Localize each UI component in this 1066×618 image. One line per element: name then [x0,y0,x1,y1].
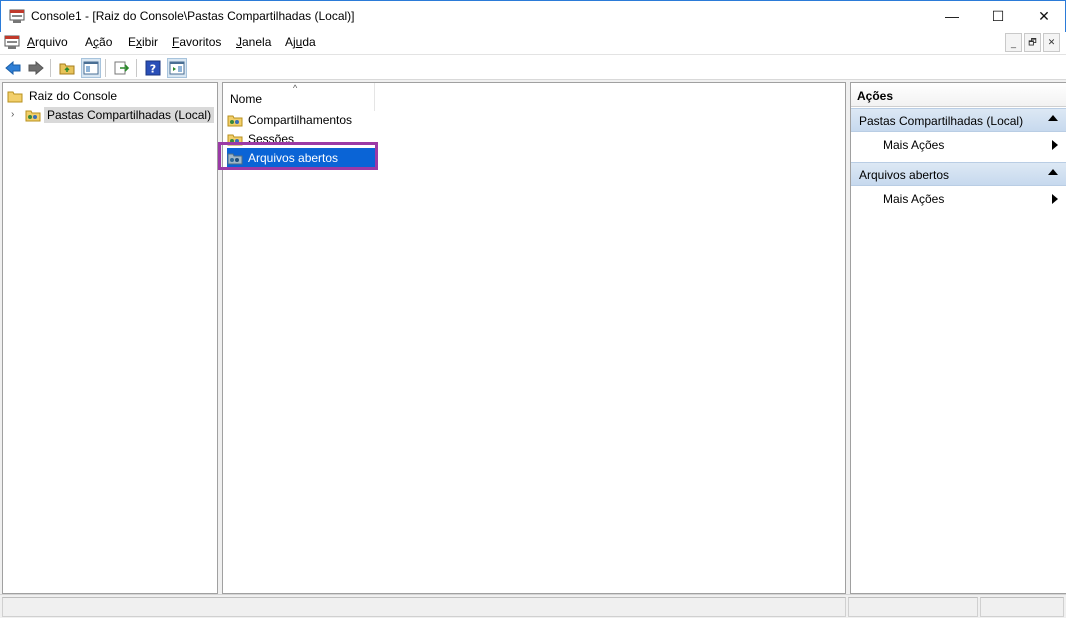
sort-ascending-icon: ^ [293,83,298,93]
action-pane-icon [169,61,185,75]
tree-item-console-root[interactable]: Raiz do Console [7,87,120,105]
show-hide-action-pane-button[interactable] [167,58,187,78]
list-item-shares[interactable]: Compartilhamentos [227,110,375,129]
console-tree-icon [83,61,99,75]
status-cell [980,597,1064,617]
column-header-label: Nome [230,92,263,106]
chevron-right-icon[interactable]: › [11,109,21,120]
actions-section-open-files[interactable]: Arquivos abertos [851,162,1066,186]
submenu-arrow-icon [1052,140,1058,150]
toolbar-separator [105,59,106,77]
actions-pane: Ações Pastas Compartilhadas (Local) Mais… [850,82,1066,594]
help-icon: ? [145,60,161,76]
menu-acao[interactable]: Ação [85,35,112,49]
menu-bar: Arquivo Ação Exibir Favoritos Janela Aju… [0,32,1066,54]
mdi-restore-button[interactable]: 🗗 [1024,33,1041,52]
more-actions-shared-folders[interactable]: Mais Ações [851,134,1066,156]
folder-icon [7,91,23,102]
list-item-label: Arquivos abertos [248,150,339,165]
up-one-level-button[interactable] [57,58,77,78]
console-tree-pane: Raiz do Console › Pastas Compartilhadas … [2,82,218,594]
action-label: Mais Ações [883,192,945,206]
toolbar-separator [136,59,137,77]
back-arrow-icon [5,61,21,75]
open-files-icon [227,153,243,164]
more-actions-open-files[interactable]: Mais Ações [851,188,1066,210]
menu-exibir[interactable]: Exibir [128,35,158,49]
title-bar: Console1 - [Raiz do Console\Pastas Compa… [0,0,1066,32]
menu-janela[interactable]: Janela [236,35,271,49]
mmc-console-icon [9,9,25,23]
show-hide-console-tree-button[interactable] [81,58,101,78]
collapse-up-icon[interactable] [1048,115,1058,121]
export-list-icon [114,61,130,75]
section-title: Pastas Compartilhadas (Local) [859,114,1024,128]
svg-text:?: ? [150,63,156,76]
forward-button[interactable] [26,58,46,78]
export-list-button[interactable] [112,58,132,78]
shared-folders-icon [25,110,41,122]
tree-item-label: Pastas Compartilhadas (Local) [44,107,215,123]
list-item-label: Sessões [248,131,295,146]
main-area: Raiz do Console › Pastas Compartilhadas … [0,80,1066,594]
status-cell [848,597,978,617]
action-label: Mais Ações [883,138,945,152]
shares-icon [227,115,243,126]
close-button[interactable]: ✕ [1021,1,1066,31]
toolbar-separator [50,59,51,77]
mdi-close-button[interactable]: ✕ [1043,33,1060,52]
menu-arquivo[interactable]: Arquivo [27,35,68,49]
folder-up-icon [59,63,75,75]
actions-pane-header: Ações [851,83,1066,107]
mmc-system-menu-icon[interactable] [4,35,20,50]
forward-arrow-icon [28,61,44,75]
toolbar: ? [0,54,1066,80]
status-cell [2,597,846,617]
actions-section-shared-folders[interactable]: Pastas Compartilhadas (Local) [851,108,1066,132]
menu-ajuda[interactable]: Ajuda [285,35,316,49]
actions-pane-title: Ações [857,89,894,103]
column-header-name[interactable]: Nome ^ [223,83,375,111]
mdi-minimize-button[interactable]: _ [1005,33,1022,52]
results-list-pane: Nome ^ Compartilhamentos Sessões Arquivo… [222,82,846,594]
maximize-button[interactable]: ☐ [975,1,1021,31]
status-bar [0,594,1066,618]
list-item-label: Compartilhamentos [248,112,353,127]
list-item-sessions[interactable]: Sessões [227,129,375,148]
menu-favoritos[interactable]: Favoritos [172,35,221,49]
window-title: Console1 - [Raiz do Console\Pastas Compa… [31,9,355,23]
tree-item-label: Raiz do Console [29,89,118,103]
help-button[interactable]: ? [143,58,163,78]
back-button[interactable] [3,58,23,78]
minimize-button[interactable]: — [929,1,975,31]
collapse-up-icon[interactable] [1048,169,1058,175]
list-item-open-files[interactable]: Arquivos abertos [227,148,375,167]
section-title: Arquivos abertos [859,168,950,182]
tree-item-shared-folders[interactable]: Pastas Compartilhadas (Local) [25,106,215,124]
sessions-icon [227,134,243,145]
submenu-arrow-icon [1052,194,1058,204]
mdi-window-controls: _ 🗗 ✕ [1005,33,1060,52]
